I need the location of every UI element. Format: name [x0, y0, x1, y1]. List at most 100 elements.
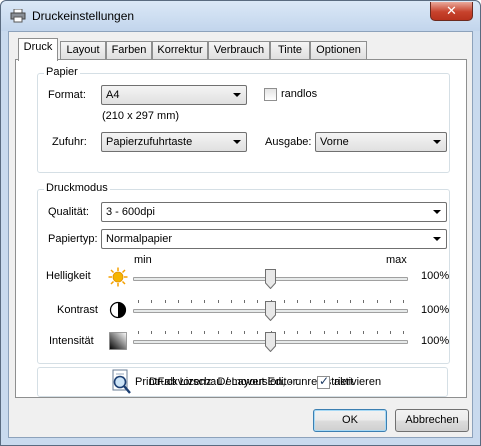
slider-tick [231, 300, 232, 303]
slider-tick [297, 300, 298, 303]
druckmodus-groupbox: Druckmodus Qualität: 3 - 600dpi Papierty… [37, 182, 450, 364]
slider-tick [191, 300, 192, 303]
dialog-window: Druckeinstellungen ✕ Druck Layout Farben… [0, 0, 481, 446]
tab-verbrauch[interactable]: Verbrauch [208, 41, 270, 60]
title-bar[interactable]: Druckeinstellungen ✕ [1, 1, 480, 31]
slider-tick [218, 331, 219, 334]
slider-max-label: max [386, 254, 407, 266]
slider-tick [165, 300, 166, 303]
slider-thumb[interactable] [265, 332, 276, 352]
sun-icon [108, 267, 128, 287]
helligkeit-value: 100% [421, 270, 450, 282]
tab-tinte[interactable]: Tinte [270, 41, 310, 60]
papiertyp-value: Normalpapier [106, 233, 173, 245]
slider-tick [204, 331, 205, 334]
slider-tick [403, 331, 404, 334]
slider-tick [377, 300, 378, 303]
kontrast-value: 100% [421, 304, 450, 316]
slider-tick [363, 331, 364, 334]
slider-tick [337, 331, 338, 334]
dialog-client-area: Druck Layout Farben Korrektur Verbrauch … [8, 31, 473, 438]
chevron-down-icon [233, 93, 241, 97]
tab-layout[interactable]: Layout [60, 41, 106, 60]
contrast-icon [109, 301, 127, 319]
ok-button[interactable]: OK [313, 409, 387, 432]
slider-tick [350, 331, 351, 334]
ausgabe-label: Ausgabe: [265, 136, 312, 148]
slider-tick [350, 300, 351, 303]
tab-panel-druck: Papier Format: A4 (210 x 297 mm) randlos… [15, 59, 467, 398]
slider-tick [310, 331, 311, 334]
slider-tick [284, 300, 285, 303]
chevron-down-icon [433, 237, 441, 241]
zufuhr-select[interactable]: Papierzufuhrtaste [101, 132, 247, 152]
ausgabe-select[interactable]: Vorne [315, 132, 447, 152]
slider-tick [377, 331, 378, 334]
chevron-down-icon [433, 140, 441, 144]
qualitaet-value: 3 - 600dpi [106, 206, 155, 218]
preview-checkbox-label: aktivieren [334, 376, 382, 388]
qualitaet-label: Qualität: [48, 206, 89, 218]
slider-tick [363, 300, 364, 303]
format-size-text: (210 x 297 mm) [102, 110, 180, 122]
papiertyp-select[interactable]: Normalpapier [101, 229, 447, 249]
papiertyp-label: Papiertyp: [48, 233, 98, 245]
intensitaet-slider[interactable] [133, 331, 408, 355]
slider-tick [218, 300, 219, 303]
intensity-icon [109, 332, 127, 350]
slider-tick [257, 331, 258, 334]
slider-tick [151, 300, 152, 303]
helligkeit-slider[interactable] [133, 268, 408, 292]
papier-group-label: Papier [44, 66, 80, 78]
slider-tick [324, 331, 325, 334]
druckmodus-group-label: Druckmodus [44, 182, 110, 194]
format-value: A4 [106, 89, 120, 101]
kontrast-label: Kontrast [57, 304, 98, 316]
helligkeit-label: Helligkeit [46, 270, 91, 282]
tab-optionen[interactable]: Optionen [310, 41, 367, 60]
slider-tick [231, 331, 232, 334]
zufuhr-label: Zufuhr: [52, 136, 87, 148]
randlos-checkbox[interactable] [264, 88, 277, 101]
slider-thumb[interactable] [265, 269, 276, 289]
papier-groupbox: Papier Format: A4 (210 x 297 mm) randlos… [37, 66, 450, 173]
slider-tick [244, 331, 245, 334]
chevron-down-icon [233, 140, 241, 144]
randlos-label: randlos [281, 88, 318, 100]
slider-tick [284, 331, 285, 334]
slider-tick [138, 331, 139, 334]
tab-korrektur[interactable]: Korrektur [152, 41, 208, 60]
slider-tick [324, 300, 325, 303]
intensitaet-value: 100% [421, 335, 450, 347]
kontrast-slider[interactable] [133, 300, 408, 324]
slider-tick [244, 300, 245, 303]
preview-groupbox: Druckvorschau / Layout Editor: ✓ aktivie… [37, 367, 448, 397]
close-button[interactable]: ✕ [430, 2, 473, 21]
slider-tick [191, 331, 192, 334]
intensitaet-label: Intensität [49, 335, 94, 347]
tab-druck[interactable]: Druck [18, 38, 58, 61]
ausgabe-value: Vorne [320, 136, 349, 148]
slider-tick [178, 300, 179, 303]
slider-tick [390, 300, 391, 303]
chevron-down-icon [433, 210, 441, 214]
slider-tick [337, 300, 338, 303]
qualitaet-select[interactable]: 3 - 600dpi [101, 202, 447, 222]
format-select[interactable]: A4 [101, 85, 247, 105]
slider-tick [138, 300, 139, 303]
window-title: Druckeinstellungen [32, 9, 135, 23]
printer-icon [10, 9, 26, 23]
checkmark-icon: ✓ [319, 374, 330, 388]
preview-checkbox[interactable]: ✓ [317, 374, 330, 389]
slider-tick [178, 331, 179, 334]
slider-tick [165, 331, 166, 334]
tab-farben[interactable]: Farben [106, 41, 152, 60]
format-label: Format: [48, 89, 86, 101]
slider-thumb[interactable] [265, 301, 276, 321]
cancel-button[interactable]: Abbrechen [395, 409, 469, 432]
slider-tick [204, 300, 205, 303]
slider-tick [297, 331, 298, 334]
preview-label: Druckvorschau / Layout Editor: [149, 376, 300, 388]
slider-tick [403, 300, 404, 303]
slider-tick [310, 300, 311, 303]
